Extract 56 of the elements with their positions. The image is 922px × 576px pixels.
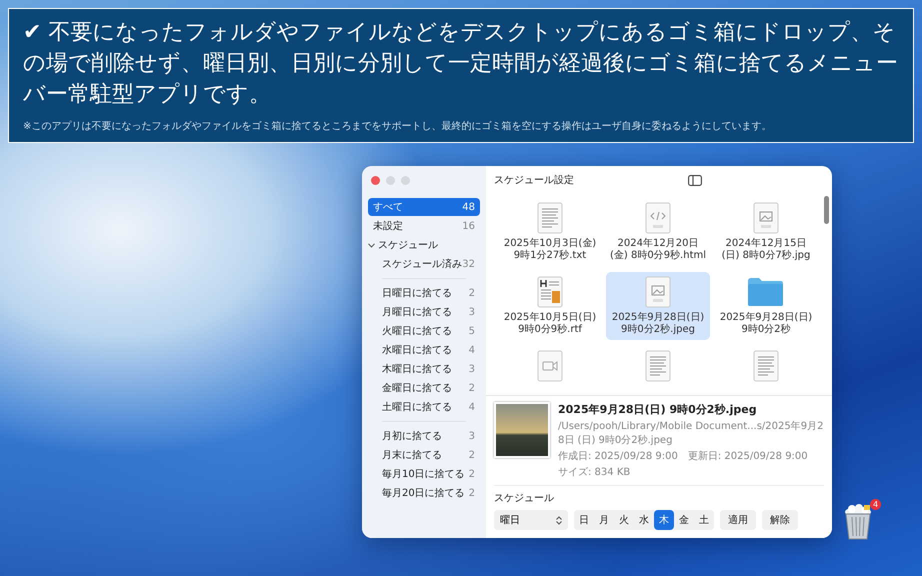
file-tile[interactable]: 2024年12月20日(金) 8時0分9秒.html [606, 198, 710, 266]
sidebar-item[interactable]: すべて 48 [368, 198, 480, 216]
sidebar-group-header[interactable]: スケジュール [368, 236, 480, 254]
action-button[interactable]: 適用 [720, 510, 756, 530]
sidebar-toggle-icon[interactable] [688, 174, 702, 186]
weekday-segment[interactable]: 水 [634, 510, 654, 530]
sidebar-item[interactable]: 毎月10日に捨てる 2 [368, 465, 480, 483]
image-document-icon [753, 202, 779, 234]
up-down-chevron-icon [556, 516, 562, 524]
file-tile[interactable]: 2025年9月28日(日) 9時0分2秒.jpeg [606, 272, 710, 340]
weekday-segment[interactable]: 火 [614, 510, 634, 530]
sidebar-item[interactable]: スケジュール済み32 [368, 255, 480, 273]
close-button[interactable] [371, 176, 380, 185]
window-title: スケジュール設定 [494, 174, 574, 187]
sidebar-item[interactable]: 月初に捨てる 3 [368, 427, 480, 445]
file-tile[interactable]: 2024年12月15日(日) 8時0分7秒.jpg [714, 198, 818, 266]
photo-placeholder [494, 402, 550, 458]
sidebar-item[interactable]: 火曜日に捨てる 5 [368, 322, 480, 340]
note-text: ※このアプリは不要になったフォルダやファイルをゴミ箱に捨てるところまでをサポートし、最終的にゴミ箱を空にする操作はユーザ自身に委ねるようにしています。 [23, 120, 772, 133]
text-document-icon [645, 350, 671, 382]
file-tile[interactable]: 2025年10月5日(日) 9時0分9秒.rtf [498, 272, 602, 340]
sidebar-item[interactable]: 日曜日に捨てる 2 [368, 284, 480, 302]
scrollbar[interactable] [824, 196, 829, 224]
sidebar-item[interactable]: 毎月20日に捨てる 2 [368, 484, 480, 502]
code-document-icon [645, 202, 671, 234]
file-title: 2025年9月28日(日) 9時0分2秒.jpeg [558, 402, 758, 417]
folder-icon [748, 276, 784, 308]
text-document-icon [753, 350, 779, 382]
rich-text-document-icon [537, 276, 563, 308]
notification-badge: 4 [870, 499, 881, 510]
created-date: 作成日: 2025/09/28 9:00 [558, 450, 678, 463]
chevron-icon[interactable] [368, 242, 375, 248]
file-path: /Users/pooh/Library/Mobile Document...s/2025年9月28日 (日) 9時0分2秒.jpeg [558, 420, 824, 447]
file-size: サイズ: 834 KB [558, 466, 632, 479]
file-tile[interactable]: 2025年9月28日(日) 9時0分2秒 [714, 272, 818, 340]
weekday-segment[interactable]: 土 [694, 510, 714, 530]
sidebar-item[interactable]: 未設定 16 [368, 217, 480, 235]
weekday-segment[interactable]: 金 [674, 510, 694, 530]
weekday-segment[interactable]: 木 [654, 510, 674, 530]
sidebar-item[interactable]: 水曜日に捨てる 4 [368, 341, 480, 359]
sidebar-item[interactable]: 土曜日に捨てる 4 [368, 398, 480, 416]
video-document-icon [537, 350, 563, 382]
action-button[interactable]: 解除 [762, 510, 798, 530]
sidebar-item[interactable]: 月末に捨てる 2 [368, 446, 480, 464]
sidebar-item[interactable]: 木曜日に捨てる 3 [368, 360, 480, 378]
weekday-segment[interactable]: 日 [574, 510, 594, 530]
file-tile[interactable]: 2025年10月3日(金) 9時1分27秒.txt [498, 198, 602, 266]
headline-text: ✔ 不要になったフォルダやファイルなどをデスクトップにあるゴミ箱にドロップ、その場で削除せず、曜日別、日別に分別して一定時間が経過後にゴミ箱に捨てるメニューバー常駐型アプリです。 [23, 19, 899, 109]
schedule-label: スケジュール [494, 492, 555, 505]
weekday-segment[interactable]: 月 [594, 510, 614, 530]
sidebar-item[interactable]: 金曜日に捨てる 2 [368, 379, 480, 397]
text-document-icon [537, 202, 563, 234]
modified-date: 更新日: 2025/09/28 9:00 [688, 450, 808, 463]
sidebar-item[interactable]: 月曜日に捨てる 3 [368, 303, 480, 321]
image-document-icon [645, 276, 671, 308]
dropdown[interactable]: 曜日 [494, 510, 568, 530]
